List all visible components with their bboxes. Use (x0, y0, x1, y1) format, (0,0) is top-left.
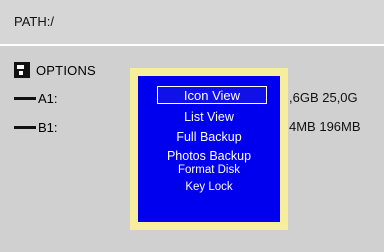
path-label: PATH:/ (14, 14, 54, 29)
drive-size-a1: ,6GB 25,0G (289, 90, 358, 105)
drive-item-b1[interactable]: B1: (14, 119, 58, 135)
drive-label: B1: (38, 119, 58, 135)
menu-item-full-backup[interactable]: Full Backup (138, 130, 280, 144)
menu-item-photos-backup[interactable]: Photos Backup (138, 149, 280, 163)
drive-dash-icon (14, 96, 36, 100)
menu-item-icon-view[interactable]: Icon View (157, 86, 267, 104)
menu-item-format-disk[interactable]: Format Disk (138, 163, 280, 177)
drive-size-b1: 4MB 196MB (289, 119, 361, 134)
path-bar: PATH:/ (0, 0, 384, 46)
menu-item-key-lock[interactable]: Key Lock (138, 180, 280, 194)
menu-item-list-view[interactable]: List View (138, 110, 280, 124)
options-menu: Icon View List View Full Backup Photos B… (138, 76, 280, 222)
drive-item-a1[interactable]: A1: (14, 90, 58, 106)
drive-label: A1: (38, 90, 58, 106)
drive-dash-icon (14, 125, 36, 129)
options-menu-frame: Icon View List View Full Backup Photos B… (130, 68, 288, 230)
screen: PATH:/ OPTIONS A1: ,6GB 25,0G B1: 4MB 19… (0, 0, 384, 252)
options-icon (14, 62, 30, 78)
options-label: OPTIONS (36, 62, 96, 78)
options-button[interactable]: OPTIONS (14, 60, 96, 80)
